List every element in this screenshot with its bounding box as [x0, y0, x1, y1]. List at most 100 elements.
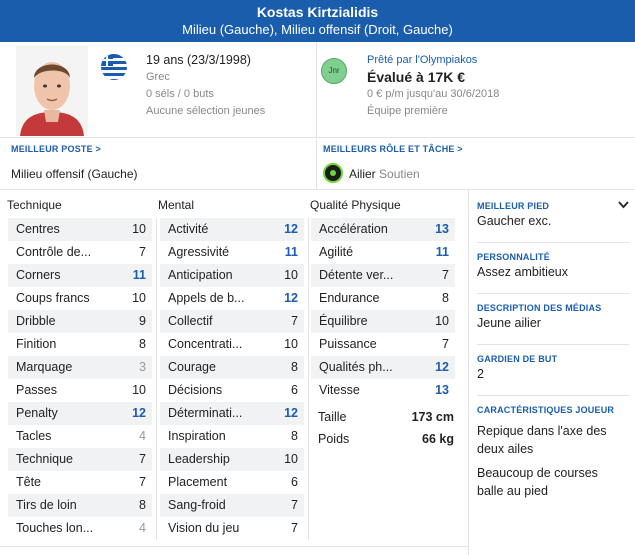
attribute-name: Corners	[16, 268, 61, 282]
attribute-row[interactable]: Anticipation 10	[160, 264, 304, 287]
physical-header: Qualité Physique	[310, 198, 401, 212]
preferred-foot-value: Gaucher exc.	[477, 214, 552, 228]
attribute-row[interactable]: Contrôle de... 7	[8, 241, 152, 264]
goalkeeper-label: GARDIEN DE BUT	[477, 354, 558, 364]
attribute-value: 12	[435, 360, 449, 374]
best-role-link[interactable]: MEILLEURS RÔLE ET TÂCHE >	[323, 144, 463, 154]
attribute-row[interactable]: Endurance 8	[311, 287, 455, 310]
attribute-row[interactable]: Tirs de loin 8	[8, 494, 152, 517]
attribute-row[interactable]: Corners 11	[8, 264, 152, 287]
attribute-value: 10	[284, 268, 298, 282]
attribute-name: Décisions	[168, 383, 223, 397]
best-position-value: Milieu offensif (Gauche)	[11, 167, 138, 181]
attribute-row[interactable]: Finition 8	[8, 333, 152, 356]
player-header: Kostas Kirtzialidis Milieu (Gauche), Mil…	[0, 0, 635, 42]
attribute-name: Finition	[16, 337, 57, 351]
attribute-value: 12	[284, 291, 298, 305]
attribute-value: 7	[291, 314, 298, 328]
attribute-value: 11	[435, 245, 449, 259]
greece-flag-icon	[101, 54, 127, 80]
attribute-row[interactable]: Courage 8	[160, 356, 304, 379]
attribute-row[interactable]: Vision du jeu 7	[160, 517, 304, 540]
chevron-down-icon[interactable]	[618, 198, 629, 212]
attribute-row[interactable]: Technique 7	[8, 448, 152, 471]
attribute-row[interactable]: Qualités ph... 12	[311, 356, 455, 379]
attribute-row[interactable]: Équilibre 10	[311, 310, 455, 333]
best-role-section: MEILLEUR POSTE > Milieu offensif (Gauche…	[0, 139, 635, 190]
attribute-name: Centres	[16, 222, 60, 236]
attribute-name: Tirs de loin	[16, 498, 77, 512]
attribute-row[interactable]: Placement 6	[160, 471, 304, 494]
attribute-value: 8	[442, 291, 449, 305]
loan-link[interactable]: Prêté par l'Olympiakos	[367, 52, 499, 69]
attribute-value: 8	[139, 498, 146, 512]
attribute-name: Sang-froid	[168, 498, 226, 512]
best-position-link[interactable]: MEILLEUR POSTE >	[11, 144, 101, 154]
media-description-value: Jeune ailier	[477, 316, 541, 330]
attribute-row[interactable]: Activité 12	[160, 218, 304, 241]
attribute-value: 4	[139, 521, 146, 535]
attribute-row[interactable]: Détente ver... 7	[311, 264, 455, 287]
technical-attributes: Centres 10 Contrôle de... 7 Corners 11 Coups f…	[8, 218, 152, 540]
attribute-row[interactable]: Concentrati... 10	[160, 333, 304, 356]
attribute-row[interactable]: Agressivité 11	[160, 241, 304, 264]
attribute-row[interactable]: Tête 7	[8, 471, 152, 494]
attribute-value: 7	[291, 498, 298, 512]
technical-header: Technique	[7, 198, 62, 212]
divider	[0, 546, 468, 547]
attribute-name: Courage	[168, 360, 216, 374]
attribute-value: 10	[435, 314, 449, 328]
attribute-value: 10	[132, 291, 146, 305]
physical-attributes: Accélération 13 Agilité 11 Détente ver... 7 En…	[311, 218, 455, 402]
attribute-name: Agressivité	[168, 245, 230, 259]
player-overview: 19 ans (23/3/1998) Grec 0 séls / 0 buts …	[0, 42, 635, 138]
player-youth-caps: Aucune sélection jeunes	[146, 105, 266, 117]
attribute-value: 13	[435, 222, 449, 236]
player-age: 19 ans (23/3/1998)	[146, 53, 251, 67]
attribute-row[interactable]: Puissance 7	[311, 333, 455, 356]
attribute-name: Détente ver...	[319, 268, 394, 282]
attribute-value: 12	[132, 406, 146, 420]
divider	[156, 218, 157, 540]
attribute-row[interactable]: Touches lon... 4	[8, 517, 152, 540]
player-contract-info: Prêté par l'Olympiakos Évalué à 17K € 0 …	[367, 52, 499, 120]
attribute-row[interactable]: Leadership 10	[160, 448, 304, 471]
best-role-value: Ailier Soutien	[349, 167, 420, 181]
attribute-row[interactable]: Marquage 3	[8, 356, 152, 379]
side-panel: MEILLEUR PIED Gaucher exc. PERSONNALITÉ …	[468, 190, 635, 555]
attribute-row[interactable]: Déterminati... 12	[160, 402, 304, 425]
attribute-name: Anticipation	[168, 268, 233, 282]
player-caps: 0 séls / 0 buts	[146, 88, 214, 100]
attribute-row[interactable]: Centres 10	[8, 218, 152, 241]
attribute-row[interactable]: Penalty 12	[8, 402, 152, 425]
mental-header: Mental	[158, 198, 195, 212]
player-traits-label: CARACTÉRISTIQUES JOUEUR	[477, 405, 615, 415]
personality-label: PERSONNALITÉ	[477, 252, 550, 262]
player-squad: Équipe première	[367, 105, 448, 117]
attribute-row[interactable]: Appels de b... 12	[160, 287, 304, 310]
attribute-row[interactable]: Accélération 13	[311, 218, 455, 241]
player-trait: Beaucoup de courses balle au pied	[477, 466, 598, 498]
attribute-value: 12	[284, 222, 298, 236]
attribute-name: Contrôle de...	[16, 245, 92, 259]
attribute-row[interactable]: Agilité 11	[311, 241, 455, 264]
attribute-row[interactable]: Tacles 4	[8, 425, 152, 448]
attribute-name: Activité	[168, 222, 209, 236]
attribute-row[interactable]: Passes 10	[8, 379, 152, 402]
attribute-value: 11	[132, 268, 146, 282]
club-badge-icon[interactable]: Jnr	[321, 58, 347, 84]
attribute-row[interactable]: Coups francs 10	[8, 287, 152, 310]
attribute-row[interactable]: Dribble 9	[8, 310, 152, 333]
player-wage: 0 € p/m jusqu'au 30/6/2018	[367, 88, 500, 100]
attribute-value: 9	[139, 314, 146, 328]
attribute-value: 8	[139, 337, 146, 351]
attribute-row[interactable]: Décisions 6	[160, 379, 304, 402]
attribute-row[interactable]: Sang-froid 7	[160, 494, 304, 517]
attribute-row[interactable]: Inspiration 8	[160, 425, 304, 448]
media-description-label: DESCRIPTION DES MÉDIAS	[477, 303, 602, 313]
attribute-value: 10	[284, 452, 298, 466]
attribute-row[interactable]: Collectif 7	[160, 310, 304, 333]
attribute-value: 10	[132, 222, 146, 236]
attribute-row[interactable]: Vitesse 13	[311, 379, 455, 402]
attribute-value: 7	[139, 452, 146, 466]
